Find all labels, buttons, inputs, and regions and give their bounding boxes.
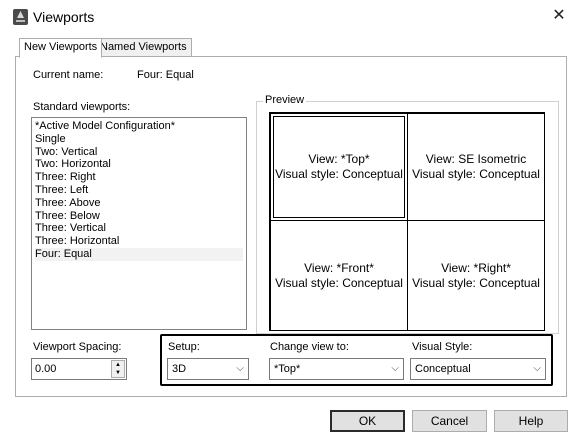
help-button[interactable]: Help [494, 410, 568, 432]
list-item[interactable]: Two: Vertical [35, 146, 243, 159]
chevron-down-icon: ⌵ [533, 363, 541, 374]
change-view-value: *Top* [274, 363, 301, 375]
list-item[interactable]: Single [35, 133, 243, 146]
viewport-spacing-value: 0.00 [35, 363, 57, 375]
viewport-view: View: *Right* [441, 260, 511, 275]
setup-dropdown[interactable]: 3D ⌵ [167, 358, 249, 380]
change-view-label: Change view to: [270, 341, 349, 353]
list-item[interactable]: Three: Above [35, 197, 243, 210]
list-item[interactable]: Three: Below [35, 210, 243, 223]
spinner: ▲ ▼ [111, 360, 125, 378]
tab-new-viewports[interactable]: New Viewports [19, 38, 103, 58]
cancel-button[interactable]: Cancel [412, 410, 487, 432]
list-item[interactable]: Three: Vertical [35, 222, 243, 235]
viewport-style: Visual style: Conceptual [275, 167, 403, 181]
chevron-down-icon: ⌵ [391, 363, 399, 374]
list-item[interactable]: Three: Left [35, 184, 243, 197]
ok-button[interactable]: OK [330, 410, 405, 432]
viewport-top-right[interactable]: View: SE Isometric Visual style: Conceptu… [407, 113, 545, 221]
title-bar: Viewports ✕ [0, 0, 569, 34]
standard-viewports-label: Standard viewports: [33, 101, 131, 113]
viewport-bottom-left[interactable]: View: *Front* Visual style: Conceptual [270, 220, 408, 331]
viewport-top-left[interactable]: View: *Top* Visual style: Conceptual [270, 113, 408, 221]
tab-named-viewports[interactable]: Named Viewports [95, 38, 192, 57]
visual-style-value: Conceptual [415, 363, 471, 375]
setup-value: 3D [172, 363, 187, 375]
viewport-style: Visual style: Conceptual [412, 167, 540, 181]
preview-label: Preview [263, 94, 307, 106]
visual-style-label: Visual Style: [412, 341, 473, 353]
list-item[interactable]: Two: Horizontal [35, 158, 243, 171]
list-item[interactable]: Three: Horizontal [35, 235, 243, 248]
standard-viewports-list[interactable]: *Active Model Configuration* Single Two:… [31, 117, 247, 330]
close-icon[interactable]: ✕ [551, 6, 567, 26]
window-title: Viewports [33, 9, 95, 25]
viewport-view: View: *Front* [304, 260, 374, 275]
viewport-spacing-label: Viewport Spacing: [33, 341, 122, 353]
chevron-down-icon: ⌵ [236, 363, 244, 374]
viewport-view: View: SE Isometric [425, 152, 527, 166]
viewport-style: Visual style: Conceptual [412, 275, 540, 290]
viewport-style: Visual style: Conceptual [275, 275, 403, 290]
viewport-bottom-right[interactable]: View: *Right* Visual style: Conceptual [407, 220, 545, 331]
current-name-label: Current name: [33, 69, 104, 81]
list-item[interactable]: Three: Right [35, 171, 243, 184]
setup-label: Setup: [168, 341, 200, 353]
viewport-spacing-input[interactable]: 0.00 ▲ ▼ [31, 358, 127, 380]
list-item-selected[interactable]: Four: Equal [35, 247, 243, 261]
viewport-view: View: *Top* [308, 152, 370, 166]
app-logo-icon [13, 9, 28, 25]
current-name-value: Four: Equal [137, 69, 194, 81]
visual-style-dropdown[interactable]: Conceptual ⌵ [410, 358, 546, 380]
spin-down-icon[interactable]: ▼ [112, 369, 124, 377]
spin-up-icon[interactable]: ▲ [112, 361, 124, 369]
change-view-dropdown[interactable]: *Top* ⌵ [269, 358, 404, 380]
viewport-preview: View: *Top* Visual style: Conceptual View… [269, 112, 545, 331]
list-item[interactable]: *Active Model Configuration* [35, 120, 243, 133]
